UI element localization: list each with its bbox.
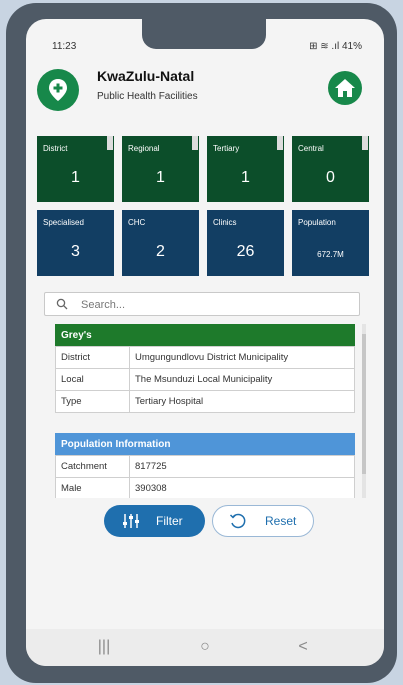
facility-table: District Umgungundlovu District Municipa… [55,346,355,413]
table-row: Male 390308 [55,477,355,498]
back-button[interactable]: < [291,638,315,656]
filter-button[interactable]: Filter [104,505,205,537]
location-plus-icon [49,79,67,101]
table-row: District Umgungundlovu District Municipa… [55,346,355,369]
row-value: The Msunduzi Local Municipality [129,368,355,391]
filter-label: Filter [156,514,183,528]
tile-value: 1 [156,169,165,186]
nav-home-icon: ○ [200,638,210,655]
scroll-thumb[interactable] [362,334,366,474]
tile-value: 1 [71,169,80,186]
app-header: KwaZulu-Natal Public Health Facilities [26,65,384,125]
tile-label: CHC [128,218,146,227]
status-time: 11:23 [52,41,77,52]
search-input[interactable] [79,296,353,314]
tile-tab [277,136,283,150]
tile-label: District [43,144,68,153]
reset-button[interactable]: Reset [212,505,314,537]
tile-clinics[interactable]: Clinics 26 [207,210,284,276]
home-icon [335,79,355,97]
tile-label: Regional [128,144,160,153]
phone-frame: 11:23 ⊞ ≋ .ıl 41% KwaZulu-Natal Public H… [6,3,397,683]
nav-home-button[interactable]: ○ [193,638,217,656]
tile-label: Specialised [43,218,84,227]
search-icon [56,298,68,310]
location-plus-button[interactable] [37,69,79,111]
row-value: 817725 [129,455,355,478]
tile-population[interactable]: Population 672.7M [292,210,369,276]
reset-label: Reset [265,514,297,528]
tile-chc[interactable]: CHC 2 [122,210,199,276]
table-row: Local The Msunduzi Local Municipality [55,368,355,391]
tile-value: 0 [326,169,335,186]
row-key: Type [55,390,130,413]
population-table: Catchment 817725 Male 390308 [55,455,355,498]
app-subtitle: Public Health Facilities [97,91,198,102]
tile-value: 26 [236,243,255,260]
tile-district[interactable]: District 1 [37,136,114,202]
table-row: Catchment 817725 [55,455,355,478]
tile-specialised[interactable]: Specialised 3 [37,210,114,276]
tile-central[interactable]: Central 0 [292,136,369,202]
tile-label: Clinics [213,218,237,227]
back-icon: < [298,638,308,655]
android-nav-bar: ||| ○ < [26,629,384,666]
row-key: Local [55,368,130,391]
details-scrollbar[interactable] [362,324,366,498]
row-key: District [55,346,130,369]
tile-value: 2 [156,243,165,260]
row-value: 390308 [129,477,355,498]
tile-value: 1 [241,169,250,186]
reset-icon [229,513,246,529]
table-row: Type Tertiary Hospital [55,390,355,413]
recent-apps-icon: ||| [97,638,111,655]
facility-details: Grey's District Umgungundlovu District M… [55,324,355,498]
row-key: Male [55,477,130,498]
app-screen: 11:23 ⊞ ≋ .ıl 41% KwaZulu-Natal Public H… [26,19,384,666]
search-box [44,292,360,316]
row-key: Catchment [55,455,130,478]
status-bar: 11:23 ⊞ ≋ .ıl 41% [26,41,384,57]
sliders-icon [123,514,139,528]
row-value: Tertiary Hospital [129,390,355,413]
tile-tertiary[interactable]: Tertiary 1 [207,136,284,202]
tile-value: 672.7M [317,250,344,259]
tile-tab [107,136,113,150]
tile-value: 3 [71,243,80,260]
population-header: Population Information [55,433,355,455]
tile-label: Central [298,144,324,153]
tile-tab [362,136,368,150]
facility-name-header: Grey's [55,324,355,346]
tile-label: Tertiary [213,144,240,153]
tile-regional[interactable]: Regional 1 [122,136,199,202]
tile-label: Population [298,218,336,227]
recent-apps-button[interactable]: ||| [92,638,116,656]
tile-tab [192,136,198,150]
row-value: Umgungundlovu District Municipality [129,346,355,369]
home-button[interactable] [328,71,362,105]
status-icons: ⊞ ≋ .ıl 41% [309,41,362,52]
app-title: KwaZulu-Natal [97,68,195,84]
